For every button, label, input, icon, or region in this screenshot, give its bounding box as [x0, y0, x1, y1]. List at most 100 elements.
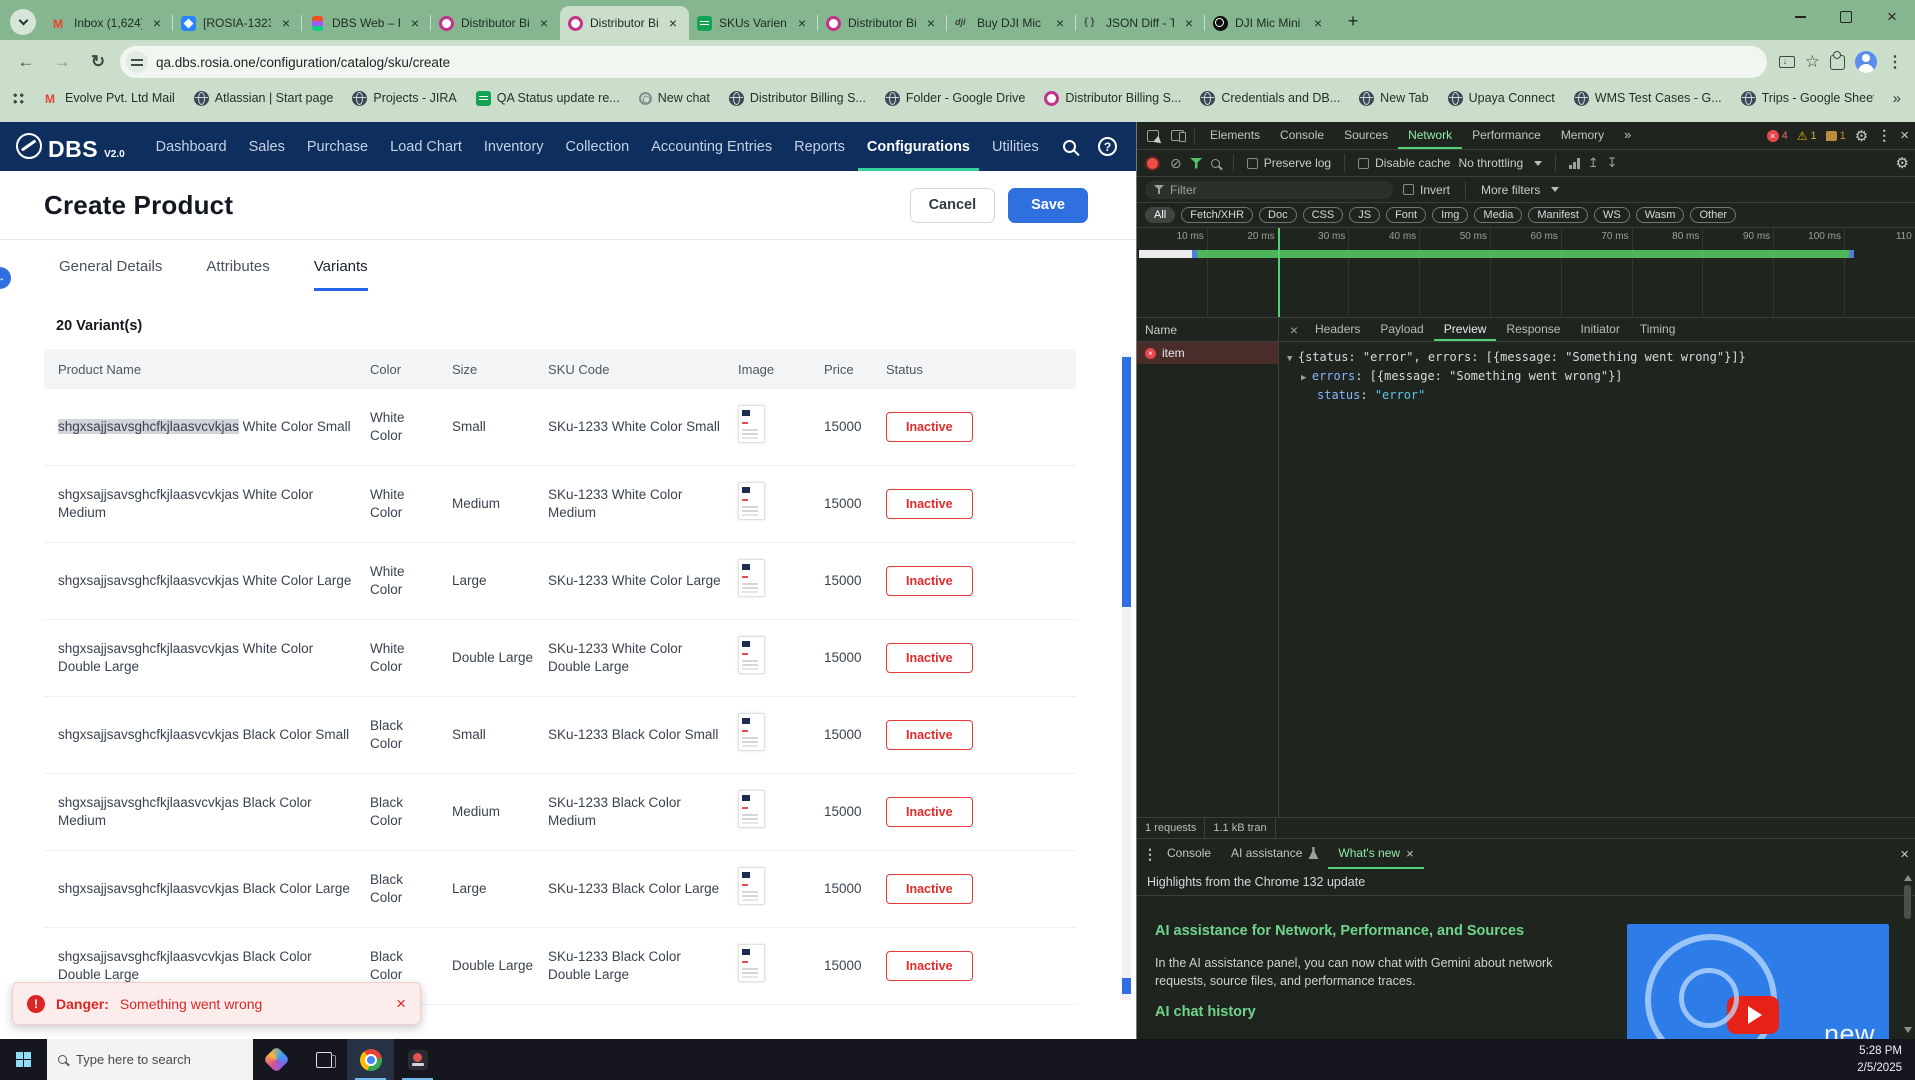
bookmark-item[interactable]: Distributor Billing S... — [1044, 91, 1181, 106]
browser-tab[interactable]: Inbox (1,624) - shr — [44, 6, 173, 40]
expand-caret-icon[interactable] — [1301, 369, 1312, 383]
nav-item[interactable]: Load Chart — [381, 122, 471, 171]
extensions-icon[interactable] — [1830, 55, 1845, 70]
request-type-chip[interactable]: All — [1145, 207, 1175, 223]
bookmark-item[interactable]: Folder - Google Drive — [885, 91, 1026, 106]
json-line-1[interactable]: {status: "error", errors: [{message: "So… — [1287, 349, 1915, 368]
forward-button[interactable] — [48, 48, 76, 76]
request-type-chip[interactable]: CSS — [1303, 207, 1344, 223]
nav-item[interactable]: Reports — [785, 122, 854, 171]
status-badge[interactable]: Inactive — [886, 951, 973, 982]
details-tab[interactable]: Payload — [1370, 318, 1433, 341]
status-badge[interactable]: Inactive — [886, 643, 973, 674]
apps-grid-icon[interactable] — [12, 92, 25, 105]
request-type-chip[interactable]: Other — [1690, 207, 1736, 223]
request-type-chip[interactable]: Fetch/XHR — [1181, 207, 1253, 223]
toast-close-icon[interactable] — [396, 994, 406, 1014]
taskbar-search[interactable]: Type here to search — [47, 1039, 253, 1080]
scroll-down-icon[interactable] — [1904, 1027, 1912, 1033]
nav-item[interactable]: Collection — [557, 122, 639, 171]
page-tab[interactable]: Attributes — [206, 258, 269, 291]
status-badge[interactable]: Inactive — [886, 874, 973, 905]
bookmarks-overflow-icon[interactable] — [1893, 90, 1901, 107]
taskbar-chrome-button[interactable] — [347, 1039, 394, 1080]
tab-close-icon[interactable] — [1052, 15, 1068, 31]
table-row[interactable]: shgxsajjsavsghcfkjlaasvcvkjas White Colo… — [44, 543, 1076, 620]
page-scrollbar[interactable] — [1122, 352, 1131, 1000]
request-type-chip[interactable]: Wasm — [1636, 207, 1685, 223]
table-row[interactable]: shgxsajjsavsghcfkjlaasvcvkjas White Colo… — [44, 620, 1076, 697]
bookmark-item[interactable]: Projects - JIRA — [352, 91, 456, 106]
warning-count-badge[interactable]: 1 — [1797, 129, 1817, 143]
product-image-thumbnail[interactable] — [738, 405, 765, 443]
network-conditions-icon[interactable] — [1569, 158, 1580, 169]
devtools-tab[interactable]: Sources — [1334, 122, 1398, 149]
browser-tab[interactable]: Distributor Billing — [431, 6, 560, 40]
details-tab[interactable]: Headers — [1305, 318, 1370, 341]
cancel-button[interactable]: Cancel — [910, 188, 996, 223]
devtools-tab[interactable]: Memory — [1551, 122, 1614, 149]
status-badge[interactable]: Inactive — [886, 412, 973, 443]
more-filters-dropdown[interactable]: More filters — [1481, 183, 1559, 197]
product-image-thumbnail[interactable] — [738, 636, 765, 674]
install-app-icon[interactable] — [1779, 56, 1795, 68]
request-type-chip[interactable]: JS — [1349, 207, 1380, 223]
site-settings-icon[interactable] — [126, 51, 148, 73]
details-tab[interactable]: Initiator — [1570, 318, 1629, 341]
bookmark-item[interactable]: Evolve Pvt. Ltd Mail — [44, 91, 175, 106]
bookmark-item[interactable]: QA Status update re... — [476, 91, 620, 106]
video-thumbnail[interactable]: new — [1627, 924, 1889, 1039]
browser-tab[interactable]: JSON Diff - The se — [1076, 6, 1205, 40]
new-tab-button[interactable] — [1340, 8, 1366, 34]
disable-cache-checkbox[interactable]: Disable cache — [1358, 156, 1450, 170]
bookmark-item[interactable]: Distributor Billing S... — [729, 91, 866, 106]
nav-item[interactable]: Purchase — [298, 122, 377, 171]
nav-item[interactable]: Configurations — [858, 122, 979, 171]
back-button[interactable] — [12, 48, 40, 76]
preserve-log-checkbox[interactable]: Preserve log — [1247, 156, 1331, 170]
devtools-menu-icon[interactable] — [1877, 127, 1891, 144]
window-close-button[interactable] — [1869, 0, 1915, 34]
scroll-thumb[interactable] — [1904, 885, 1911, 919]
request-type-chip[interactable]: Doc — [1259, 207, 1297, 223]
name-column-header[interactable]: Name — [1137, 318, 1278, 342]
drawer-tab-console[interactable]: Console — [1157, 839, 1221, 869]
network-search-icon[interactable] — [1211, 159, 1220, 168]
bookmark-item[interactable]: Credentials and DB... — [1200, 91, 1340, 106]
taskbar-app-button[interactable] — [394, 1039, 441, 1080]
bookmark-item[interactable]: New Tab — [1359, 91, 1428, 106]
details-tab[interactable]: Timing — [1630, 318, 1686, 341]
scrollbar-thumb[interactable] — [1122, 357, 1131, 607]
clear-icon[interactable] — [1170, 155, 1182, 172]
table-row[interactable]: shgxsajjsavsghcfkjlaasvcvkjas Black Colo… — [44, 851, 1076, 928]
page-tab[interactable]: Variants — [314, 258, 368, 291]
import-har-icon[interactable] — [1607, 155, 1618, 171]
tab-close-icon[interactable] — [407, 15, 423, 31]
details-tab[interactable]: Preview — [1434, 318, 1497, 341]
product-image-thumbnail[interactable] — [738, 790, 765, 828]
close-details-icon[interactable] — [1283, 322, 1305, 338]
window-maximize-button[interactable] — [1823, 0, 1869, 34]
nav-item[interactable]: Inventory — [475, 122, 553, 171]
bookmark-star-icon[interactable] — [1805, 52, 1820, 72]
drawer-tab-ai-assistance[interactable]: AI assistance — [1221, 839, 1328, 869]
product-image-thumbnail[interactable] — [738, 944, 765, 982]
whats-new-heading-1[interactable]: AI assistance for Network, Performance, … — [1155, 923, 1524, 939]
network-timeline[interactable]: 10 ms20 ms30 ms40 ms50 ms60 ms70 ms80 ms… — [1137, 228, 1915, 318]
table-row[interactable]: shgxsajjsavsghcfkjlaasvcvkjas Black Colo… — [44, 774, 1076, 851]
request-row[interactable]: item — [1137, 342, 1278, 364]
table-row[interactable]: shgxsajjsavsghcfkjlaasvcvkjas Black Colo… — [44, 697, 1076, 774]
status-badge[interactable]: Inactive — [886, 720, 973, 751]
browser-tab[interactable]: Distributor Billing — [818, 6, 947, 40]
throttling-dropdown[interactable]: No throttling — [1458, 156, 1542, 170]
tab-close-icon[interactable] — [1181, 15, 1197, 31]
sidebar-toggle-button[interactable] — [0, 267, 11, 289]
tab-close-icon[interactable] — [923, 15, 939, 31]
status-badge[interactable]: Inactive — [886, 797, 973, 828]
save-button[interactable]: Save — [1008, 188, 1088, 223]
browser-tab[interactable]: SKUs Varient - Go — [689, 6, 818, 40]
url-text[interactable]: qa.dbs.rosia.one/configuration/catalog/s… — [156, 55, 450, 70]
devtools-tab[interactable]: Elements — [1200, 122, 1270, 149]
request-type-chip[interactable]: WS — [1594, 207, 1630, 223]
reload-button[interactable] — [84, 48, 112, 76]
